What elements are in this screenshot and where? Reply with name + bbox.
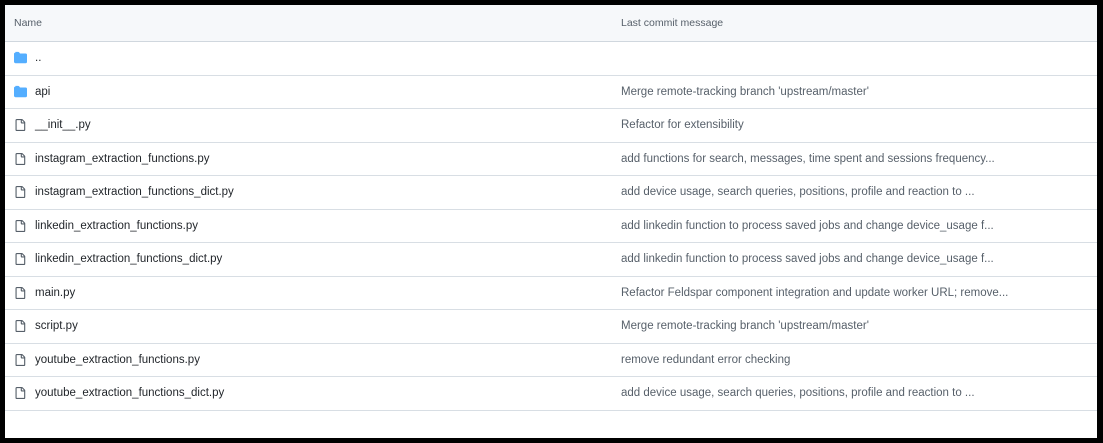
folder-icon (14, 85, 27, 98)
table-row[interactable]: linkedin_extraction_functions.py add link… (5, 210, 1097, 243)
table-row[interactable]: api Merge remote-tracking branch 'upstrea… (5, 76, 1097, 109)
folder-icon (14, 52, 27, 65)
file-icon (14, 152, 27, 165)
file-name-link[interactable]: api (35, 76, 50, 109)
table-row[interactable]: __init__.py Refactor for extensibility (5, 109, 1097, 143)
table-row[interactable]: script.py Merge remote-tracking branch 'u… (5, 310, 1097, 344)
file-list: .. api Merge remote-tracking branch 'upstr… (5, 42, 1097, 411)
file-name-link[interactable]: linkedin_extraction_functions_dict.py (35, 243, 222, 276)
file-name-link[interactable]: youtube_extraction_functions.py (35, 344, 200, 377)
commit-message-link[interactable]: Refactor Feldspar component integration … (621, 277, 1008, 310)
commit-message-link[interactable]: add linkedin function to process saved j… (621, 243, 994, 276)
table-row[interactable]: linkedin_extraction_functions_dict.py add… (5, 243, 1097, 277)
file-icon (14, 219, 27, 232)
file-name-link[interactable]: instagram_extraction_functions_dict.py (35, 176, 234, 209)
file-icon (14, 186, 27, 199)
commit-message-link[interactable]: add device usage, search queries, positi… (621, 176, 975, 209)
commit-message-link[interactable]: remove redundant error checking (621, 344, 790, 377)
file-icon (14, 320, 27, 333)
table-row[interactable]: youtube_extraction_functions_dict.py add … (5, 377, 1097, 411)
table-header: Name Last commit message (5, 5, 1097, 42)
file-name-link[interactable]: linkedin_extraction_functions.py (35, 210, 198, 243)
file-name-link[interactable]: main.py (35, 277, 75, 310)
commit-message-link[interactable]: Merge remote-tracking branch 'upstream/m… (621, 310, 869, 343)
commit-message-link[interactable]: Merge remote-tracking branch 'upstream/m… (621, 76, 869, 109)
file-name-link[interactable]: __init__.py (35, 109, 91, 142)
file-icon (14, 387, 27, 400)
file-name-link[interactable]: .. (35, 42, 41, 75)
commit-message-link[interactable]: Refactor for extensibility (621, 109, 744, 142)
commit-message-link[interactable]: add device usage, search queries, positi… (621, 377, 975, 410)
file-name-link[interactable]: script.py (35, 310, 78, 343)
table-row[interactable]: main.py Refactor Feldspar component integ… (5, 277, 1097, 310)
table-row[interactable]: instagram_extraction_functions_dict.py ad… (5, 176, 1097, 210)
file-name-link[interactable]: instagram_extraction_functions.py (35, 143, 210, 176)
file-icon (14, 286, 27, 299)
file-name-link[interactable]: youtube_extraction_functions_dict.py (35, 377, 224, 410)
file-table: Name Last commit message .. api Merge remo… (5, 5, 1097, 411)
table-row[interactable]: instagram_extraction_functions.py add fun… (5, 143, 1097, 176)
column-header-name: Name (14, 17, 43, 29)
column-header-commit: Last commit message (621, 17, 724, 29)
file-browser-panel: Name Last commit message .. api Merge remo… (5, 5, 1097, 438)
file-icon (14, 119, 27, 132)
file-icon (14, 253, 27, 266)
commit-message-link[interactable]: add functions for search, messages, time… (621, 143, 995, 176)
table-row[interactable]: .. (5, 42, 1097, 76)
commit-message-link[interactable]: add linkedin function to process saved j… (621, 210, 994, 243)
file-icon (14, 353, 27, 366)
table-row[interactable]: youtube_extraction_functions.py remove re… (5, 344, 1097, 377)
